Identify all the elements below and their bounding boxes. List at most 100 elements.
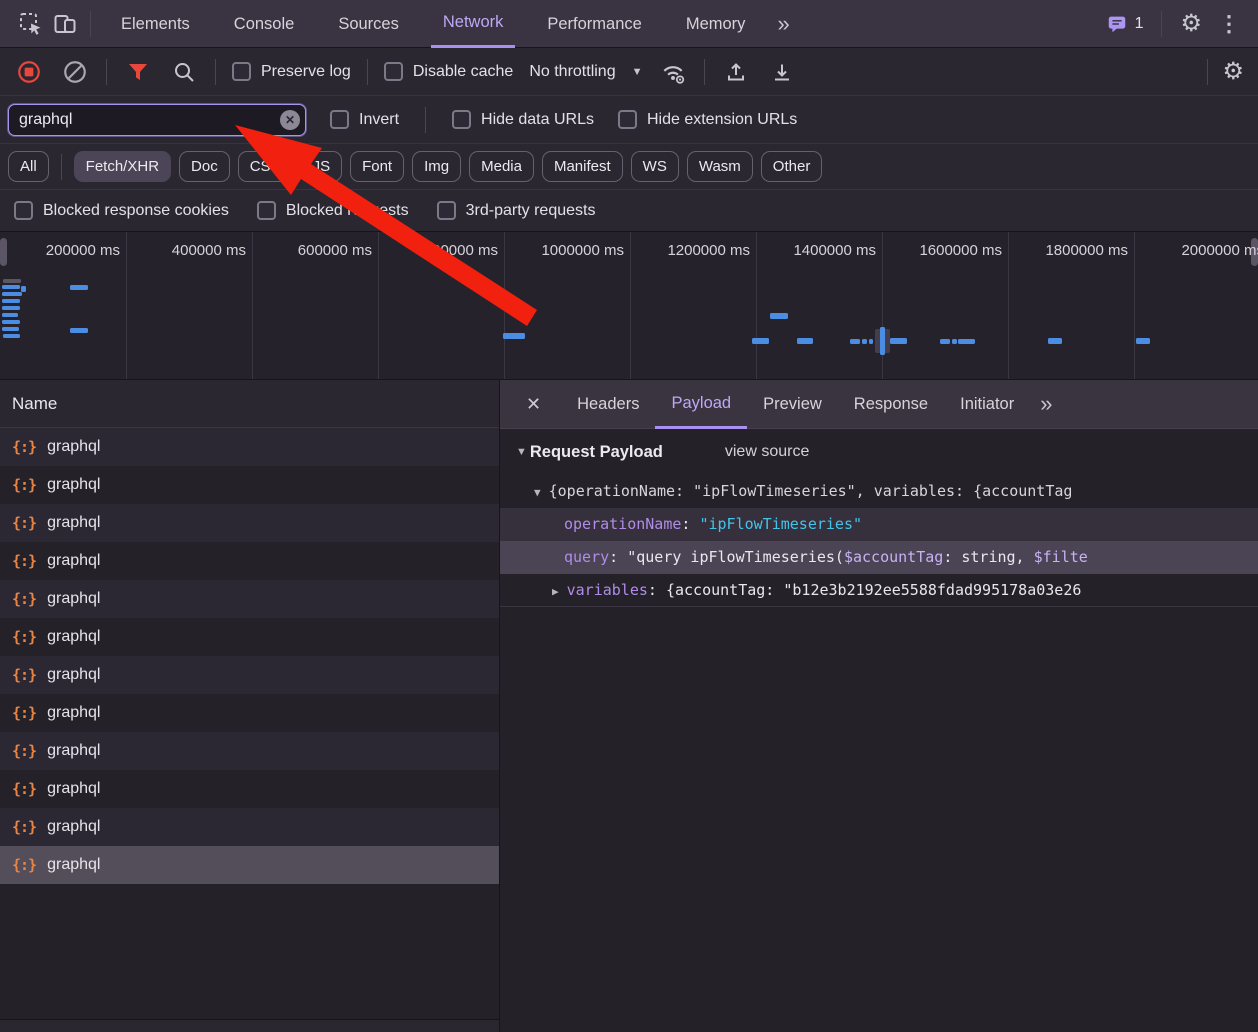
json-braces-icon: {:} [12, 438, 36, 456]
details-tab-response[interactable]: Response [838, 380, 944, 429]
payload-variables-row[interactable]: ▶variables: {accountTag: "b12e3b2192ee55… [500, 574, 1258, 607]
issues-button[interactable]: 1 [1106, 13, 1144, 35]
chip-css[interactable]: CSS [238, 151, 293, 182]
timeline-tick-label: 600000 ms [252, 242, 372, 262]
tab-console[interactable]: Console [222, 0, 307, 48]
throttling-value: No throttling [529, 63, 615, 81]
blocked-response-cookies-checkbox[interactable]: Blocked response cookies [14, 201, 229, 220]
network-overview-timeline[interactable]: 200000 ms400000 ms600000 ms800000 ms1000… [0, 232, 1258, 380]
checkbox-box[interactable] [257, 201, 276, 220]
chip-img[interactable]: Img [412, 151, 461, 182]
chip-other[interactable]: Other [761, 151, 823, 182]
chip-media[interactable]: Media [469, 151, 534, 182]
payload-query-row-selected[interactable]: query: "query ipFlowTimeseries($accountT… [500, 541, 1258, 574]
view-source-link[interactable]: view source [725, 443, 809, 461]
divider [90, 11, 91, 37]
chip-doc[interactable]: Doc [179, 151, 230, 182]
menu-kebab-icon[interactable]: ⋮ [1212, 11, 1246, 37]
checkbox-box[interactable] [437, 201, 456, 220]
request-bar [21, 286, 26, 292]
filter-icon-button[interactable] [123, 57, 153, 87]
request-payload-title: Request Payload [530, 443, 663, 462]
third-party-requests-checkbox[interactable]: 3rd-party requests [437, 201, 596, 220]
request-bar [2, 285, 20, 289]
payload-preview-row[interactable]: ▼{operationName: "ipFlowTimeseries", var… [500, 475, 1258, 508]
record-network-log-button[interactable] [14, 57, 44, 87]
horizontal-scrollbar-track[interactable] [0, 1019, 499, 1032]
request-name: graphql [47, 666, 100, 684]
checkbox-box[interactable] [330, 110, 349, 129]
request-row[interactable]: {:}graphql [0, 466, 499, 504]
details-tab-initiator[interactable]: Initiator [944, 380, 1030, 429]
name-column-header[interactable]: Name [0, 380, 499, 428]
divider [425, 107, 426, 133]
timeline-tick-label: 1800000 ms [1008, 242, 1128, 262]
request-row[interactable]: {:}graphql [0, 542, 499, 580]
more-details-tabs-icon[interactable]: » [1030, 391, 1062, 417]
checkbox-box[interactable] [14, 201, 33, 220]
request-bar [880, 327, 885, 355]
expand-triangle-icon[interactable]: ▼ [534, 486, 541, 499]
timeline-tick-label: 800000 ms [378, 242, 498, 262]
filter-input[interactable] [8, 104, 306, 136]
details-tab-headers[interactable]: Headers [561, 380, 655, 429]
close-details-icon[interactable]: ✕ [518, 394, 549, 415]
collapse-triangle-icon[interactable]: ▼ [516, 446, 527, 458]
preserve-log-checkbox[interactable]: Preserve log [232, 62, 351, 81]
request-bar-gray [3, 279, 21, 283]
request-row[interactable]: {:}graphql [0, 656, 499, 694]
payload-operation-row[interactable]: operationName: "ipFlowTimeseries" [500, 508, 1258, 541]
network-conditions-icon[interactable] [658, 57, 688, 87]
import-har-icon[interactable] [721, 57, 751, 87]
disable-cache-checkbox[interactable]: Disable cache [384, 62, 514, 81]
clear-filter-icon[interactable]: ✕ [280, 110, 300, 130]
settings-gear-icon[interactable]: ⚙ [1180, 12, 1202, 36]
tab-sources[interactable]: Sources [326, 0, 411, 48]
request-bar [2, 320, 20, 324]
request-row[interactable]: {:}graphql [0, 732, 499, 770]
request-row[interactable]: {:}graphql [0, 428, 499, 466]
chip-manifest[interactable]: Manifest [542, 151, 623, 182]
tab-memory[interactable]: Memory [674, 0, 758, 48]
hide-extension-urls-checkbox[interactable]: Hide extension URLs [618, 110, 797, 129]
blocked-requests-checkbox[interactable]: Blocked requests [257, 201, 409, 220]
network-settings-gear-icon[interactable]: ⚙ [1222, 60, 1244, 84]
export-har-icon[interactable] [767, 57, 797, 87]
request-row[interactable]: {:}graphql [0, 580, 499, 618]
clear-network-log-button[interactable] [60, 57, 90, 87]
throttling-select[interactable]: No throttling ▼ [529, 63, 642, 81]
tab-elements[interactable]: Elements [109, 0, 202, 48]
tab-performance[interactable]: Performance [535, 0, 653, 48]
json-braces-icon: {:} [12, 742, 36, 760]
more-panels-icon[interactable]: » [767, 11, 799, 37]
json-braces-icon: {:} [12, 818, 36, 836]
tab-network[interactable]: Network [431, 0, 516, 48]
request-row[interactable]: {:}graphql [0, 618, 499, 656]
request-row[interactable]: {:}graphql [0, 694, 499, 732]
checkbox-box[interactable] [618, 110, 637, 129]
details-tab-payload[interactable]: Payload [655, 380, 747, 429]
checkbox-box[interactable] [452, 110, 471, 129]
devtools-window: { "topbar": { "tabs": [ {"label": "Eleme… [0, 0, 1258, 1032]
request-row[interactable]: {:}graphql [0, 770, 499, 808]
chip-js[interactable]: JS [301, 151, 343, 182]
chip-fetch-xhr[interactable]: Fetch/XHR [74, 151, 171, 182]
chip-wasm[interactable]: Wasm [687, 151, 753, 182]
request-bar [752, 338, 769, 344]
checkbox-box[interactable] [232, 62, 251, 81]
device-toolbar-icon[interactable] [48, 7, 82, 41]
details-tab-preview[interactable]: Preview [747, 380, 838, 429]
search-icon-button[interactable] [169, 57, 199, 87]
hide-data-urls-checkbox[interactable]: Hide data URLs [452, 110, 594, 129]
expand-triangle-icon[interactable]: ▶ [552, 585, 559, 598]
chip-font[interactable]: Font [350, 151, 404, 182]
chip-all[interactable]: All [8, 151, 49, 182]
checkbox-box[interactable] [384, 62, 403, 81]
request-row[interactable]: {:}graphql [0, 808, 499, 846]
chip-ws[interactable]: WS [631, 151, 679, 182]
request-row[interactable]: {:}graphql [0, 846, 499, 884]
invert-checkbox[interactable]: Invert [330, 110, 399, 129]
inspect-element-icon[interactable] [14, 7, 48, 41]
request-row[interactable]: {:}graphql [0, 504, 499, 542]
request-payload-section: ▼ Request Payload view source [500, 429, 1258, 475]
